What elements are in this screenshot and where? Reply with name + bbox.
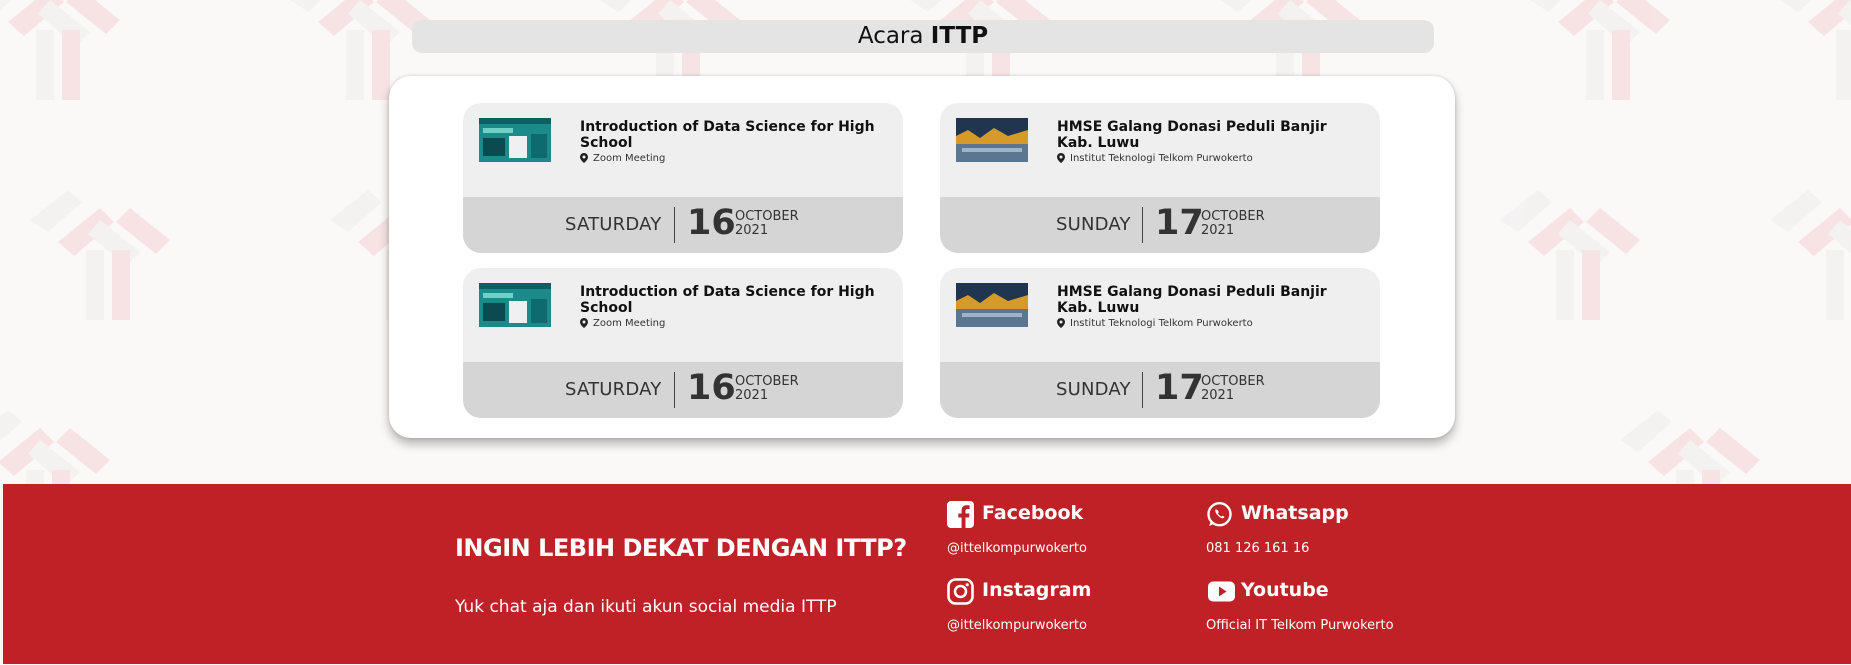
event-year: 2021 [735, 223, 769, 238]
event-date-bar: SATURDAY 16 OCTOBER 2021 [463, 362, 903, 418]
date-divider [674, 207, 675, 243]
event-month: OCTOBER [1201, 374, 1265, 389]
event-location-text: Institut Teknologi Telkom Purwokerto [1070, 153, 1253, 164]
footer-subtext: Yuk chat aja dan ikuti akun social media… [455, 597, 837, 617]
event-year: 2021 [735, 388, 769, 403]
map-pin-icon [580, 153, 588, 163]
date-divider [674, 372, 675, 408]
event-date-number: 16 [687, 368, 736, 408]
events-panel: Introduction of Data Science for High Sc… [389, 76, 1455, 438]
footer-headline: INGIN LEBIH DEKAT DENGAN ITTP? [455, 534, 907, 562]
event-card[interactable]: Introduction of Data Science for High Sc… [463, 103, 903, 253]
event-date-bar: SUNDAY 17 OCTOBER 2021 [940, 362, 1380, 418]
event-date-bar: SATURDAY 16 OCTOBER 2021 [463, 197, 903, 253]
event-location-text: Institut Teknologi Telkom Purwokerto [1070, 318, 1253, 329]
flood-donation-poster-thumbnail [956, 283, 1028, 327]
event-year: 2021 [1201, 388, 1235, 403]
data-science-poster-thumbnail [479, 118, 551, 162]
map-pin-icon [1057, 318, 1065, 328]
social-name[interactable]: Instagram [982, 579, 1091, 601]
event-title[interactable]: HMSE Galang Donasi Peduli Banjir Kab. Lu… [1057, 284, 1357, 316]
map-pin-icon [1057, 153, 1065, 163]
social-handle: Official IT Telkom Purwokerto [1206, 618, 1394, 633]
section-title-bar: Acara ITTP [412, 20, 1434, 53]
event-year: 2021 [1201, 223, 1235, 238]
event-day: SUNDAY [1056, 214, 1131, 235]
event-location-text: Zoom Meeting [593, 153, 666, 164]
event-date-number: 17 [1155, 368, 1204, 408]
date-divider [1142, 372, 1143, 408]
event-day: SUNDAY [1056, 379, 1131, 400]
event-date-number: 17 [1155, 203, 1204, 243]
event-location: Institut Teknologi Telkom Purwokerto [1057, 318, 1253, 329]
event-card[interactable]: HMSE Galang Donasi Peduli Banjir Kab. Lu… [940, 103, 1380, 253]
youtube-icon [1208, 581, 1235, 602]
whatsapp-icon [1207, 501, 1232, 527]
map-pin-icon [580, 318, 588, 328]
social-name[interactable]: Youtube [1241, 579, 1329, 601]
event-location: Institut Teknologi Telkom Purwokerto [1057, 153, 1253, 164]
social-name[interactable]: Facebook [982, 502, 1083, 524]
social-handle: @ittelkompurwokerto [947, 541, 1087, 556]
event-day: SATURDAY [565, 379, 662, 400]
event-date-bar: SUNDAY 17 OCTOBER 2021 [940, 197, 1380, 253]
event-day: SATURDAY [565, 214, 662, 235]
instagram-icon [947, 578, 974, 605]
event-month: OCTOBER [735, 374, 799, 389]
date-divider [1142, 207, 1143, 243]
event-month: OCTOBER [735, 209, 799, 224]
section-title-prefix: Acara [857, 23, 924, 49]
flood-donation-poster-thumbnail [956, 118, 1028, 162]
data-science-poster-thumbnail [479, 283, 551, 327]
event-title[interactable]: HMSE Galang Donasi Peduli Banjir Kab. Lu… [1057, 119, 1357, 151]
social-handle: @ittelkompurwokerto [947, 618, 1087, 633]
event-title[interactable]: Introduction of Data Science for High Sc… [580, 119, 880, 151]
event-card[interactable]: Introduction of Data Science for High Sc… [463, 268, 903, 418]
event-date-number: 16 [687, 203, 736, 243]
event-location: Zoom Meeting [580, 318, 665, 329]
footer: INGIN LEBIH DEKAT DENGAN ITTP? Yuk chat … [3, 484, 1851, 664]
social-name[interactable]: Whatsapp [1241, 502, 1349, 524]
event-location-text: Zoom Meeting [593, 318, 666, 329]
event-month: OCTOBER [1201, 209, 1265, 224]
event-card[interactable]: HMSE Galang Donasi Peduli Banjir Kab. Lu… [940, 268, 1380, 418]
section-title-strong: ITTP [930, 23, 989, 49]
event-title[interactable]: Introduction of Data Science for High Sc… [580, 284, 880, 316]
social-handle: 081 126 161 16 [1206, 541, 1310, 556]
event-location: Zoom Meeting [580, 153, 665, 164]
facebook-icon [947, 501, 974, 528]
